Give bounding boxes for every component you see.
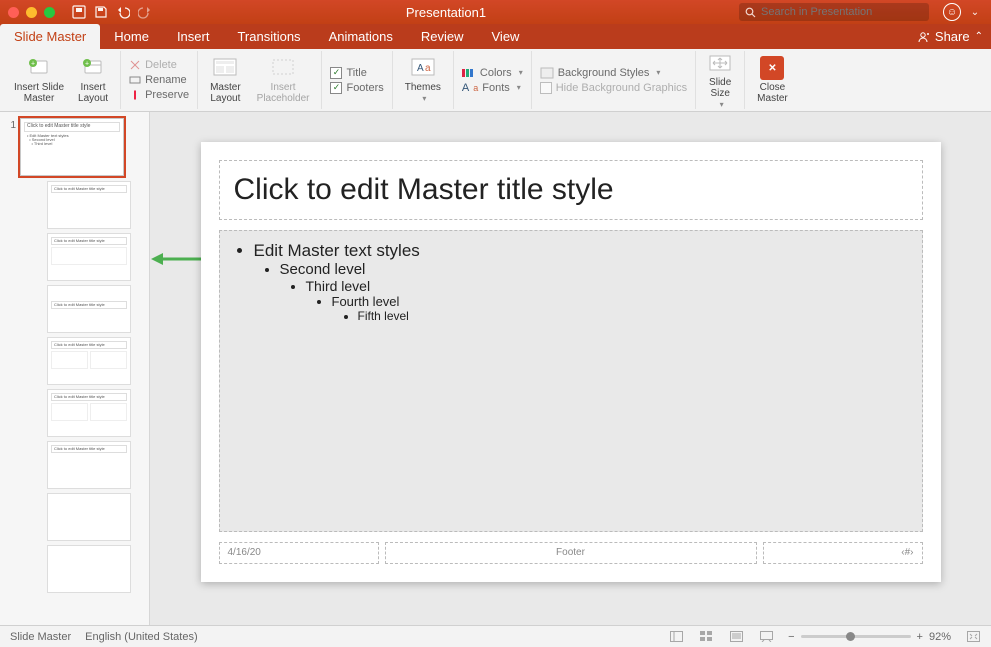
status-mode: Slide Master (10, 631, 71, 643)
tab-home[interactable]: Home (100, 24, 163, 49)
slide-master-canvas[interactable]: Click to edit Master title style Edit Ma… (201, 142, 941, 582)
tab-slide-master[interactable]: Slide Master (0, 24, 100, 49)
title-placeholder[interactable]: Click to edit Master title style (219, 160, 923, 220)
save-icon[interactable] (93, 4, 109, 20)
undo-icon[interactable] (115, 4, 131, 20)
tab-view[interactable]: View (478, 24, 534, 49)
zoom-in-button[interactable]: + (917, 631, 923, 643)
slide-master-thumbnail[interactable]: Click to edit Master title style • Edit … (20, 118, 124, 176)
close-icon: ✕ (760, 56, 784, 80)
list-item: Fourth level (332, 294, 420, 309)
slideshow-view-icon[interactable] (758, 629, 774, 645)
title-bar: Presentation1 ☺ ⌄ (0, 0, 991, 24)
search-box[interactable] (739, 3, 929, 21)
date-placeholder[interactable]: 4/16/20 (219, 542, 379, 564)
search-icon (745, 7, 756, 18)
list-item: Third level (306, 278, 420, 294)
svg-text:+: + (31, 61, 35, 68)
ribbon-toggle-icon[interactable]: ⌄ (967, 4, 983, 20)
share-button[interactable]: Share ⌃ (908, 24, 991, 49)
chevron-up-icon: ⌃ (975, 31, 983, 42)
master-layout-button[interactable]: Master Layout (206, 54, 245, 106)
layout-thumbnail[interactable]: Click to edit Master title style (48, 442, 130, 488)
status-bar: Slide Master English (United States) − +… (0, 625, 991, 647)
body-placeholder[interactable]: Edit Master text styles Second level Thi… (219, 230, 923, 532)
list-item: Fifth level (358, 309, 420, 323)
master-number: 1 (4, 118, 16, 176)
layout-thumbnail[interactable]: Click to edit Master title style (48, 338, 130, 384)
insert-slide-master-button[interactable]: + Insert Slide Master (10, 54, 68, 106)
footers-checkbox[interactable]: ✓Footers (330, 82, 383, 94)
fonts-button[interactable]: AaFonts (462, 82, 521, 94)
normal-view-icon[interactable] (668, 629, 684, 645)
layout-thumbnail[interactable] (48, 546, 130, 592)
zoom-out-button[interactable]: − (788, 631, 794, 643)
insert-layout-button[interactable]: + Insert Layout (74, 54, 112, 106)
slide-canvas-area[interactable]: Click to edit Master title style Edit Ma… (150, 112, 991, 625)
maximize-window-icon[interactable] (44, 7, 55, 18)
share-icon (916, 30, 930, 44)
title-checkbox[interactable]: ✓Title (330, 67, 366, 79)
insert-placeholder-button[interactable]: Insert Placeholder (253, 54, 314, 106)
slide-number-placeholder[interactable]: ‹#› (763, 542, 923, 564)
zoom-level[interactable]: 92% (929, 631, 951, 643)
svg-text:+: + (85, 61, 89, 68)
reading-view-icon[interactable] (728, 629, 744, 645)
rename-button[interactable]: Rename (129, 74, 187, 86)
zoom-control: − + 92% (788, 631, 951, 643)
hide-background-checkbox[interactable]: ✓Hide Background Graphics (540, 82, 687, 94)
tab-animations[interactable]: Animations (315, 24, 407, 49)
slide-sorter-view-icon[interactable] (698, 629, 714, 645)
ribbon: + Insert Slide Master + Insert Layout De… (0, 49, 991, 112)
preserve-button[interactable]: Preserve (129, 89, 189, 101)
delete-button[interactable]: Delete (129, 59, 177, 71)
minimize-window-icon[interactable] (26, 7, 37, 18)
tab-insert[interactable]: Insert (163, 24, 224, 49)
workspace: 1 Click to edit Master title style • Edi… (0, 112, 991, 625)
svg-text:a: a (425, 63, 431, 74)
thumbnail-panel[interactable]: 1 Click to edit Master title style • Edi… (0, 112, 150, 625)
ribbon-tabs: Slide Master Home Insert Transitions Ani… (0, 24, 991, 49)
slide-size-button[interactable]: Slide Size (704, 49, 736, 112)
zoom-slider[interactable] (801, 635, 911, 638)
tab-transitions[interactable]: Transitions (223, 24, 314, 49)
svg-text:A: A (417, 63, 424, 74)
redo-icon[interactable] (137, 4, 153, 20)
autosave-icon[interactable] (71, 4, 87, 20)
background-styles-button[interactable]: Background Styles (540, 67, 661, 79)
list-item: Second level (280, 261, 420, 278)
document-title: Presentation1 (159, 5, 733, 20)
window-controls (8, 7, 55, 18)
footer-placeholder[interactable]: Footer (385, 542, 757, 564)
layout-thumbnail[interactable]: Click to edit Master title style (48, 182, 130, 228)
layout-thumbnail[interactable]: Click to edit Master title style (48, 390, 130, 436)
fit-to-window-icon[interactable] (965, 629, 981, 645)
tab-review[interactable]: Review (407, 24, 478, 49)
themes-button[interactable]: Aa Themes (401, 54, 445, 106)
layout-thumbnail[interactable]: Click to edit Master title style (48, 286, 130, 332)
layout-thumbnail[interactable] (48, 494, 130, 540)
list-item: Edit Master text styles (254, 241, 420, 261)
close-window-icon[interactable] (8, 7, 19, 18)
share-label: Share (935, 29, 970, 44)
layout-thumbnail[interactable]: Click to edit Master title style (48, 234, 130, 280)
search-input[interactable] (761, 6, 923, 18)
close-master-button[interactable]: ✕ Close Master (753, 54, 792, 106)
status-language[interactable]: English (United States) (85, 631, 198, 643)
colors-button[interactable]: Colors (462, 67, 523, 79)
account-icon[interactable]: ☺ (943, 3, 961, 21)
